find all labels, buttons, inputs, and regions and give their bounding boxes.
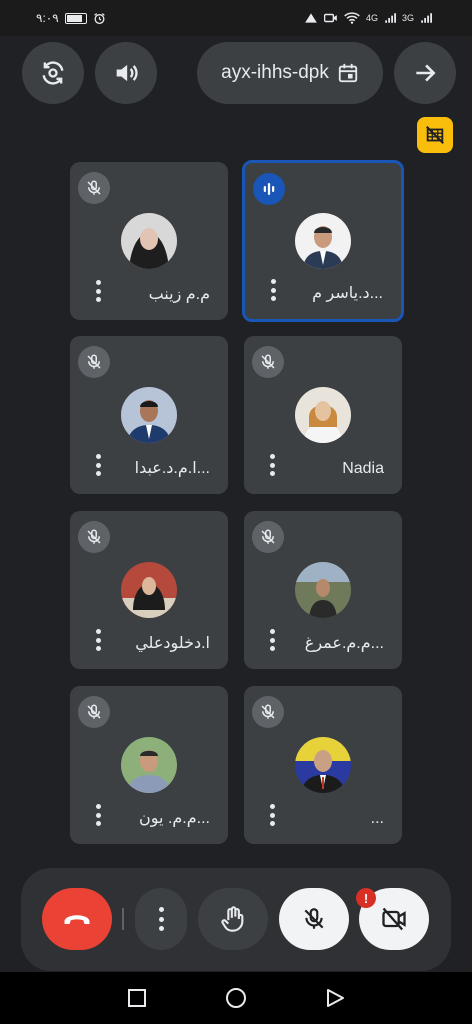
switch-camera-icon <box>42 61 64 85</box>
mic-off-icon <box>261 354 275 369</box>
avatar <box>295 562 351 618</box>
participant-tile[interactable]: م.م زينب <box>70 162 228 320</box>
speaker-icon <box>116 64 138 82</box>
hidden-tiles-button[interactable] <box>417 117 453 153</box>
mic-muted-badge <box>252 346 284 378</box>
participant-name: Nadia <box>342 460 384 477</box>
mic-off-icon <box>261 704 275 719</box>
participant-name: د.ياسر م... <box>312 285 383 302</box>
mic-muted-badge <box>78 346 110 378</box>
system-nav-bar <box>0 972 472 1024</box>
tile-more-button[interactable] <box>94 629 102 651</box>
status-time: ٩:٠٩ <box>36 11 59 25</box>
back-icon[interactable] <box>325 988 345 1008</box>
battery-icon <box>64 12 87 24</box>
audio-output-button[interactable] <box>95 42 157 104</box>
hang-up-icon <box>64 915 90 924</box>
alert-badge: ! <box>356 888 376 908</box>
hand-icon <box>221 906 244 932</box>
mic-off-icon <box>87 529 101 544</box>
mic-muted-badge <box>252 696 284 728</box>
participant-name: ... <box>370 810 384 827</box>
participant-tile[interactable]: م.م. يون... <box>70 686 228 844</box>
audio-level-icon <box>263 183 275 195</box>
arrow-right-icon <box>416 64 436 82</box>
home-icon[interactable] <box>225 987 247 1009</box>
mic-off-icon <box>87 180 101 195</box>
more-vert-icon <box>158 907 164 931</box>
avatar <box>295 387 351 443</box>
mic-off-icon <box>304 908 324 929</box>
status-left: ٩:٠٩ <box>36 11 106 25</box>
participant-tile[interactable]: م.م.عمرغ... <box>244 511 402 669</box>
avatar <box>295 213 351 269</box>
call-control-bar: ! <box>21 868 451 971</box>
switch-camera-button[interactable] <box>22 42 84 104</box>
tile-more-button[interactable] <box>94 454 102 476</box>
participant-name: م.م زينب <box>148 286 210 303</box>
participant-tile[interactable]: ا.م.د.عبدا... <box>70 336 228 494</box>
video-recording-icon <box>323 12 338 24</box>
videocam-off-icon <box>382 907 406 931</box>
participant-name: ا.م.د.عبدا... <box>134 460 210 477</box>
mic-muted-badge <box>78 696 110 728</box>
wifi-icon <box>344 12 360 24</box>
more-options-button[interactable] <box>135 888 187 950</box>
participant-tile[interactable]: ا.دخلودعلي <box>70 511 228 669</box>
meeting-code: ayx-ihhs-dpk <box>221 62 329 83</box>
avatar <box>121 213 177 269</box>
participant-tile[interactable]: Nadia <box>244 336 402 494</box>
mic-muted-badge <box>78 172 110 204</box>
mic-muted-badge <box>78 521 110 553</box>
divider <box>122 908 124 930</box>
calendar-icon <box>338 63 358 83</box>
participant-tile-speaking[interactable]: د.ياسر م... <box>242 160 404 322</box>
tile-more-button[interactable] <box>94 280 102 302</box>
recents-icon[interactable] <box>127 988 147 1008</box>
leave-call-button[interactable] <box>42 888 112 950</box>
participant-tile[interactable]: ... <box>244 686 402 844</box>
mic-off-icon <box>87 704 101 719</box>
signal-icon-2 <box>420 12 432 24</box>
network-4g-label: 4G <box>365 13 378 23</box>
microphone-toggle-button[interactable] <box>279 888 349 950</box>
status-right: 4G 3G <box>304 12 432 24</box>
mic-off-icon <box>261 529 275 544</box>
mic-muted-badge <box>252 521 284 553</box>
next-button[interactable] <box>394 42 456 104</box>
mic-off-icon <box>87 354 101 369</box>
tiles-off-icon <box>426 126 444 144</box>
participant-name: م.م.عمرغ... <box>304 635 384 652</box>
tile-more-button[interactable] <box>268 454 276 476</box>
notification-icon <box>304 12 318 24</box>
tile-more-button[interactable] <box>268 804 276 826</box>
tile-more-button[interactable] <box>269 279 277 301</box>
status-bar: ٩:٠٩ 4G 3G <box>0 0 472 36</box>
tile-more-button[interactable] <box>94 804 102 826</box>
avatar <box>295 737 351 793</box>
tile-more-button[interactable] <box>268 629 276 651</box>
avatar <box>121 737 177 793</box>
participant-name: ا.دخلودعلي <box>135 635 210 652</box>
avatar <box>121 387 177 443</box>
participant-name: م.م. يون... <box>139 810 210 827</box>
network-3g-label: 3G <box>401 13 414 23</box>
top-bar: ayx-ihhs-dpk <box>0 42 472 106</box>
raise-hand-button[interactable] <box>198 888 268 950</box>
meeting-info-button[interactable]: ayx-ihhs-dpk <box>197 42 383 104</box>
alarm-icon <box>93 12 106 25</box>
mic-speaking-badge <box>253 173 285 205</box>
signal-icon <box>384 12 396 24</box>
avatar <box>121 562 177 618</box>
